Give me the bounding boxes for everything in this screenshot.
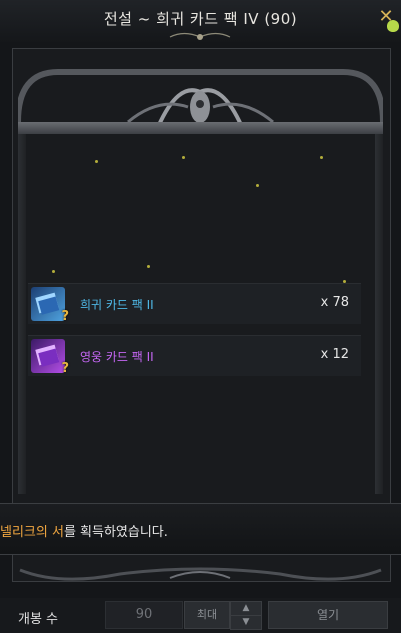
sparkle — [256, 184, 259, 187]
left-pillar — [18, 134, 26, 494]
sprout-icon — [387, 20, 399, 32]
list-item[interactable]: ? 영웅 카드 팩 II x 12 — [28, 335, 361, 376]
item-count: x 78 — [320, 295, 349, 310]
item-count: x 12 — [320, 347, 349, 362]
window-title: 전설 ~ 희귀 카드 팩 IV (90) — [103, 10, 298, 28]
sparkle — [95, 160, 98, 163]
bottom-ornament-icon — [19, 567, 382, 581]
open-button[interactable]: 열기 — [268, 601, 388, 629]
notice-message: 를 획득하였습니다. — [63, 525, 168, 540]
quantity-stepper: ▲ ▼ — [230, 601, 262, 630]
relic-book-name: 넬리크의 서 — [0, 525, 64, 540]
sparkle — [147, 265, 150, 268]
arch-bar — [18, 122, 383, 134]
quantity-input[interactable]: 90 — [105, 601, 183, 629]
notice-text: 넬리크의 서를 획득하였습니다. — [0, 521, 168, 540]
item-name: 희귀 카드 팩 II — [80, 298, 154, 312]
item-name: 영웅 카드 팩 II — [80, 350, 154, 364]
open-control-bar: 개봉 수 90 최대 ▲ ▼ 열기 — [0, 598, 401, 633]
max-button[interactable]: 최대 — [184, 601, 230, 629]
title-ornament-icon — [169, 32, 231, 40]
sparkle — [182, 156, 185, 159]
stepper-down-button[interactable]: ▼ — [230, 615, 262, 630]
sparkle — [320, 156, 323, 159]
acquisition-notice: 넬리크의 서를 획득하였습니다. — [0, 503, 401, 555]
chevron-down-icon: ▼ — [242, 617, 250, 627]
list-item[interactable]: ? 희귀 카드 팩 II x 78 — [28, 283, 361, 324]
chevron-up-icon: ▲ — [242, 603, 250, 613]
rare-card-pack-icon: ? — [31, 287, 69, 324]
title-bar: 전설 ~ 희귀 카드 팩 IV (90) ✕ — [0, 0, 401, 42]
hero-card-pack-icon: ? — [31, 339, 69, 376]
stepper-up-button[interactable]: ▲ — [230, 601, 262, 616]
sparkle — [52, 270, 55, 273]
open-count-label: 개봉 수 — [18, 612, 59, 627]
close-button[interactable]: ✕ — [377, 8, 399, 32]
right-pillar — [375, 134, 383, 494]
